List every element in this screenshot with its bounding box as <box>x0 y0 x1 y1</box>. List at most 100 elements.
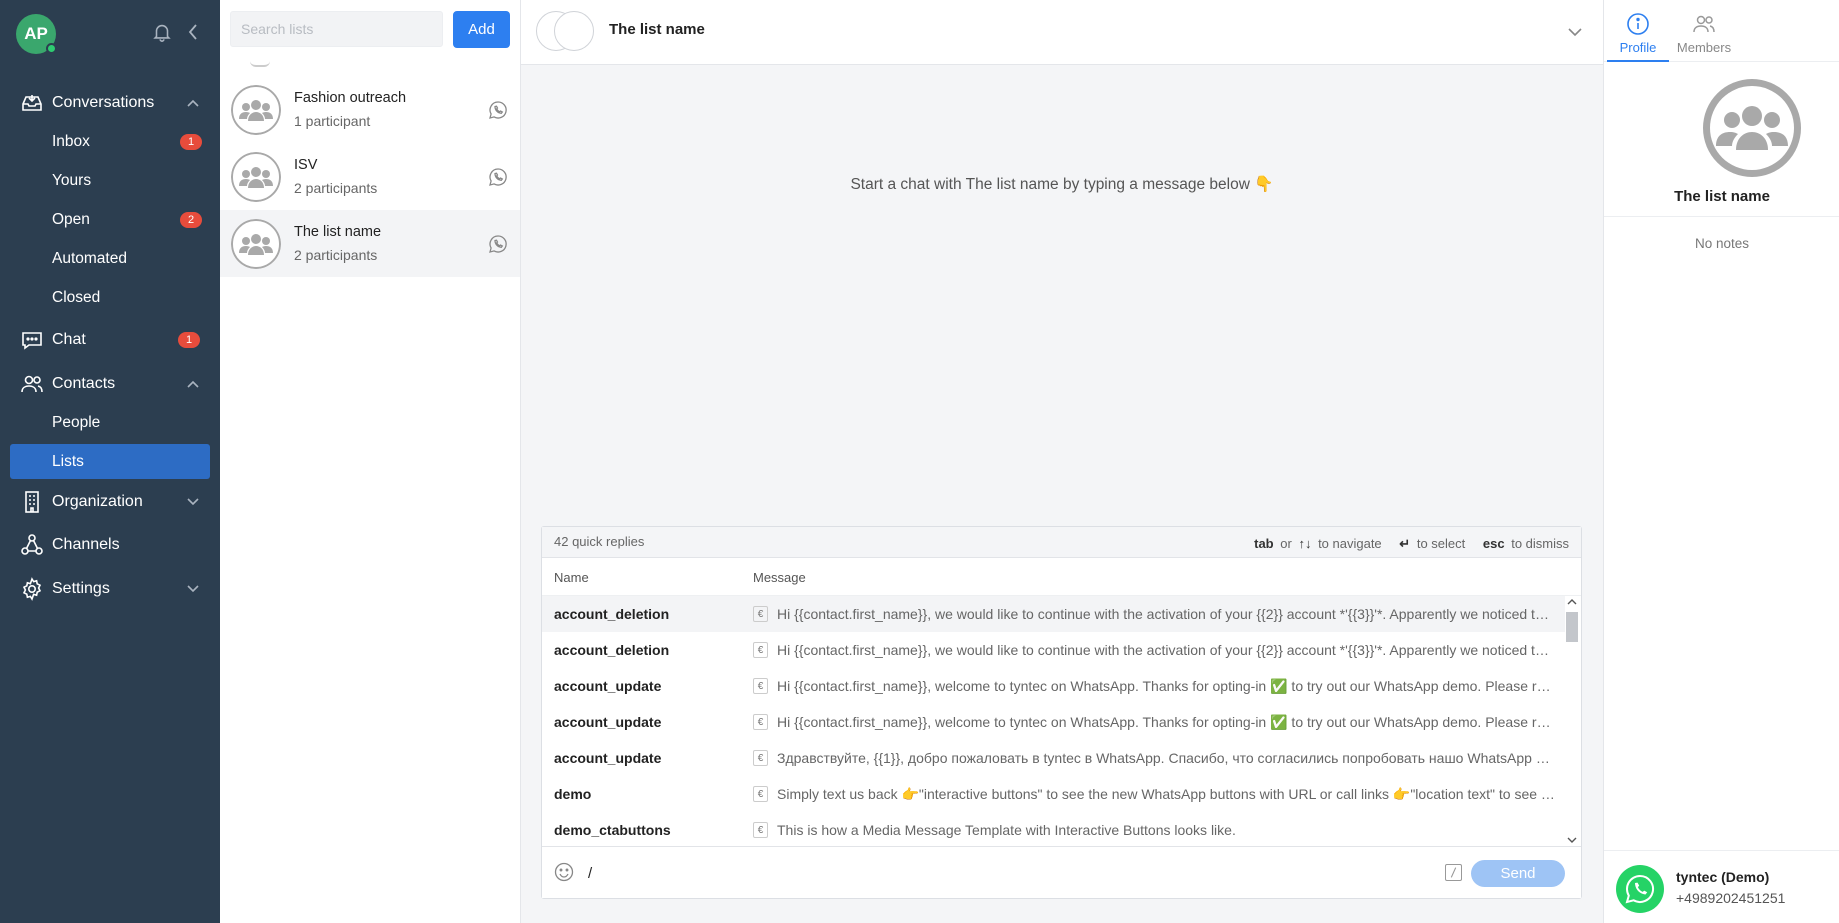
template-euro-icon: € <box>753 750 768 766</box>
quick-reply-message: Hi {{contact.first_name}}, welcome to ty… <box>777 678 1555 694</box>
quick-replies-scrollbar[interactable] <box>1563 596 1581 846</box>
quick-reply-message: Hi {{contact.first_name}}, welcome to ty… <box>777 714 1555 730</box>
sidebar-item-closed[interactable]: Closed <box>0 278 220 317</box>
quick-reply-row[interactable]: account_deletion € Hi {{contact.first_na… <box>542 596 1565 632</box>
quick-reply-name: account_update <box>554 750 662 766</box>
bell-icon[interactable] <box>151 21 173 43</box>
quick-reply-message: Здравствуйте, {{1}}, добро пожаловать в … <box>777 750 1555 766</box>
sidebar-section-chat[interactable]: Chat 1 <box>0 321 220 359</box>
quick-reply-name: account_update <box>554 678 662 694</box>
lists-panel: Add Fashion outreach 1 participant <box>220 0 521 923</box>
quick-reply-row[interactable]: demo_ctabuttons € This is how a Media Me… <box>542 812 1565 848</box>
profile-panel: Profile Members The list name No notes t… <box>1603 0 1839 923</box>
tab-label: Members <box>1676 40 1732 55</box>
quick-reply-row[interactable]: account_update € Hi {{contact.first_name… <box>542 668 1565 704</box>
chevron-up-icon <box>187 380 199 388</box>
quick-reply-message: Hi {{contact.first_name}}, we would like… <box>777 642 1555 658</box>
chevron-left-icon[interactable] <box>184 21 202 43</box>
group-avatar-icon <box>231 151 281 202</box>
chevron-down-icon[interactable] <box>1567 26 1583 38</box>
search-lists-input[interactable] <box>230 11 443 47</box>
hint-or: or <box>1280 536 1292 551</box>
sidebar-section-label: Chat <box>52 331 86 348</box>
hint-key-esc: esc <box>1482 536 1505 551</box>
count-badge: 1 <box>180 134 202 150</box>
quick-reply-row[interactable]: demo € Simply text us back 👉"interactive… <box>542 776 1565 812</box>
empty-chat-message: Start a chat with The list name by typin… <box>850 176 1274 193</box>
quick-reply-name: account_update <box>554 714 662 730</box>
lists-list: Fashion outreach 1 participant ISV 2 par… <box>220 76 520 277</box>
sidebar-section-contacts[interactable]: Contacts <box>0 365 220 403</box>
hint-dismiss: to dismiss <box>1511 536 1569 551</box>
list-item-name: Fashion outreach <box>294 90 407 106</box>
list-item-participants: 1 participant <box>294 113 371 129</box>
quick-replies-popup: 42 quick replies tab or ↑↓ to navigate ↵… <box>541 526 1582 899</box>
quick-reply-name: account_deletion <box>554 606 670 622</box>
quick-reply-message: Simply text us back 👉"interactive button… <box>777 786 1555 802</box>
group-avatar-icon <box>231 84 281 135</box>
chevron-up-icon <box>187 99 199 107</box>
quick-reply-row[interactable]: account_update € Hi {{contact.first_name… <box>542 704 1565 740</box>
send-button[interactable]: Send <box>1471 860 1565 887</box>
divider <box>1604 216 1839 217</box>
sidebar-item-open[interactable]: Open 2 <box>0 200 220 239</box>
list-item-text: Fashion outreach 1 participant <box>294 90 406 129</box>
channel-card[interactable]: tyntec (Demo) +4989202451251 <box>1604 850 1839 923</box>
profile-tabs: Profile Members <box>1604 0 1839 62</box>
quick-reply-name: demo_ctabuttons <box>554 822 671 838</box>
sidebar-header: AP <box>0 0 220 64</box>
users-icon <box>1693 15 1715 33</box>
list-item[interactable]: Fashion outreach 1 participant <box>220 76 520 143</box>
quick-reply-row[interactable]: account_update € Здравствуйте, {{1}}, до… <box>542 740 1565 776</box>
template-euro-icon: € <box>753 606 768 622</box>
add-list-button[interactable]: Add <box>453 11 510 48</box>
tab-profile[interactable]: Profile <box>1607 0 1669 62</box>
users-icon <box>21 375 43 393</box>
list-item[interactable]: ISV 2 participants <box>220 143 520 210</box>
conversation-header: The list name <box>521 0 1603 65</box>
quick-reply-row[interactable]: account_deletion € Hi {{contact.first_na… <box>542 632 1565 668</box>
message-input[interactable] <box>588 861 1188 885</box>
inbox-icon <box>22 95 42 111</box>
list-item[interactable]: The list name 2 participants <box>220 210 520 277</box>
sidebar-item-yours[interactable]: Yours <box>0 161 220 200</box>
channel-phone: +4989202451251 <box>1676 890 1786 906</box>
list-item-text: The list name 2 participants <box>294 224 381 263</box>
quick-reply-message: This is how a Media Message Template wit… <box>777 822 1236 838</box>
sidebar-section-label: Settings <box>52 580 110 597</box>
user-avatar[interactable]: AP <box>16 14 57 54</box>
building-icon <box>25 491 39 513</box>
sidebar-section-conversations[interactable]: Conversations <box>0 84 220 122</box>
scroll-indicator <box>250 61 270 67</box>
sidebar-item-automated[interactable]: Automated <box>0 239 220 278</box>
notes-empty-text: No notes <box>1694 236 1750 251</box>
count-badge: 2 <box>180 212 202 228</box>
sidebar-item-label: Closed <box>52 288 101 306</box>
sidebar-section-label: Contacts <box>52 375 116 392</box>
sidebar-section-channels[interactable]: Channels <box>0 526 220 564</box>
emoji-icon[interactable] <box>554 862 574 882</box>
sidebar-item-inbox[interactable]: Inbox 1 <box>0 122 220 161</box>
keyboard-hints: tab or ↑↓ to navigate ↵ to select esc to… <box>1254 536 1569 552</box>
list-item-name: The list name <box>294 224 382 240</box>
scroll-down-arrow-icon[interactable] <box>1567 836 1577 844</box>
sidebar-section-settings[interactable]: Settings <box>0 570 220 608</box>
sidebar-section-organization[interactable]: Organization <box>0 483 220 521</box>
sidebar-item-label: People <box>52 413 101 431</box>
count-badge: 1 <box>178 332 200 348</box>
template-euro-icon: € <box>753 786 768 802</box>
quick-replies-header: 42 quick replies tab or ↑↓ to navigate ↵… <box>542 527 1581 558</box>
template-euro-icon: € <box>753 642 768 658</box>
channels-icon <box>21 534 43 555</box>
tab-members[interactable]: Members <box>1672 0 1736 62</box>
sidebar-nav: Conversations Inbox 1 Yours Open 2 Autom… <box>0 84 220 608</box>
column-header-name: Name <box>554 570 589 585</box>
scrollbar-thumb[interactable] <box>1566 612 1578 642</box>
whatsapp-icon <box>1616 865 1664 913</box>
gear-icon <box>22 577 42 601</box>
sidebar-item-people[interactable]: People <box>0 403 220 442</box>
sidebar-item-lists[interactable]: Lists <box>10 444 210 479</box>
quick-reply-slash-icon[interactable] <box>1445 864 1462 881</box>
chat-bubble-icon <box>22 332 42 350</box>
scroll-up-arrow-icon[interactable] <box>1567 598 1577 606</box>
